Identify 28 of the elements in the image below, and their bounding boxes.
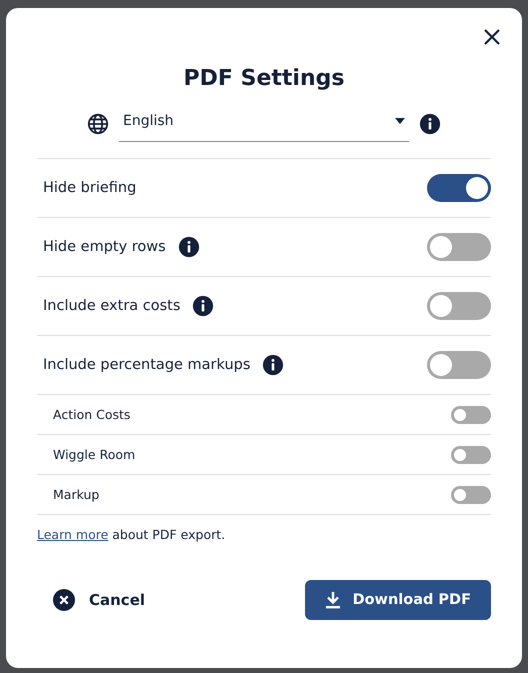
option-label: Hide briefing — [43, 180, 136, 196]
language-select[interactable]: English — [119, 105, 409, 142]
download-button[interactable]: Download PDF — [304, 580, 491, 620]
option-label: Markup — [53, 487, 100, 502]
close-circle-icon — [53, 589, 75, 611]
caret-icon — [395, 118, 405, 124]
info-icon[interactable] — [192, 295, 214, 317]
option-label: Wiggle Room — [53, 447, 136, 462]
globe-icon — [87, 112, 109, 134]
info-icon[interactable] — [419, 112, 441, 134]
learn-more-link[interactable]: Learn more — [37, 527, 108, 542]
cancel-button[interactable]: Cancel — [37, 589, 146, 611]
toggle-switch[interactable] — [451, 446, 491, 464]
toggle-switch[interactable] — [427, 233, 491, 261]
toggle-switch[interactable] — [427, 174, 491, 202]
option-label: Action Costs — [53, 407, 130, 422]
option-label: Include extra costs — [43, 298, 180, 314]
export-note: Learn more about PDF export. — [37, 514, 491, 542]
info-icon[interactable] — [178, 236, 200, 258]
toggle-switch[interactable] — [427, 351, 491, 379]
toggle-switch[interactable] — [451, 486, 491, 504]
option-label: Hide empty rows — [43, 239, 166, 255]
option-label: Include percentage markups — [43, 357, 250, 373]
toggle-switch[interactable] — [427, 292, 491, 320]
info-icon[interactable] — [262, 354, 284, 376]
dialog-title: PDF Settings — [182, 66, 346, 91]
download-icon — [324, 591, 341, 609]
toggle-switch[interactable] — [451, 406, 491, 424]
